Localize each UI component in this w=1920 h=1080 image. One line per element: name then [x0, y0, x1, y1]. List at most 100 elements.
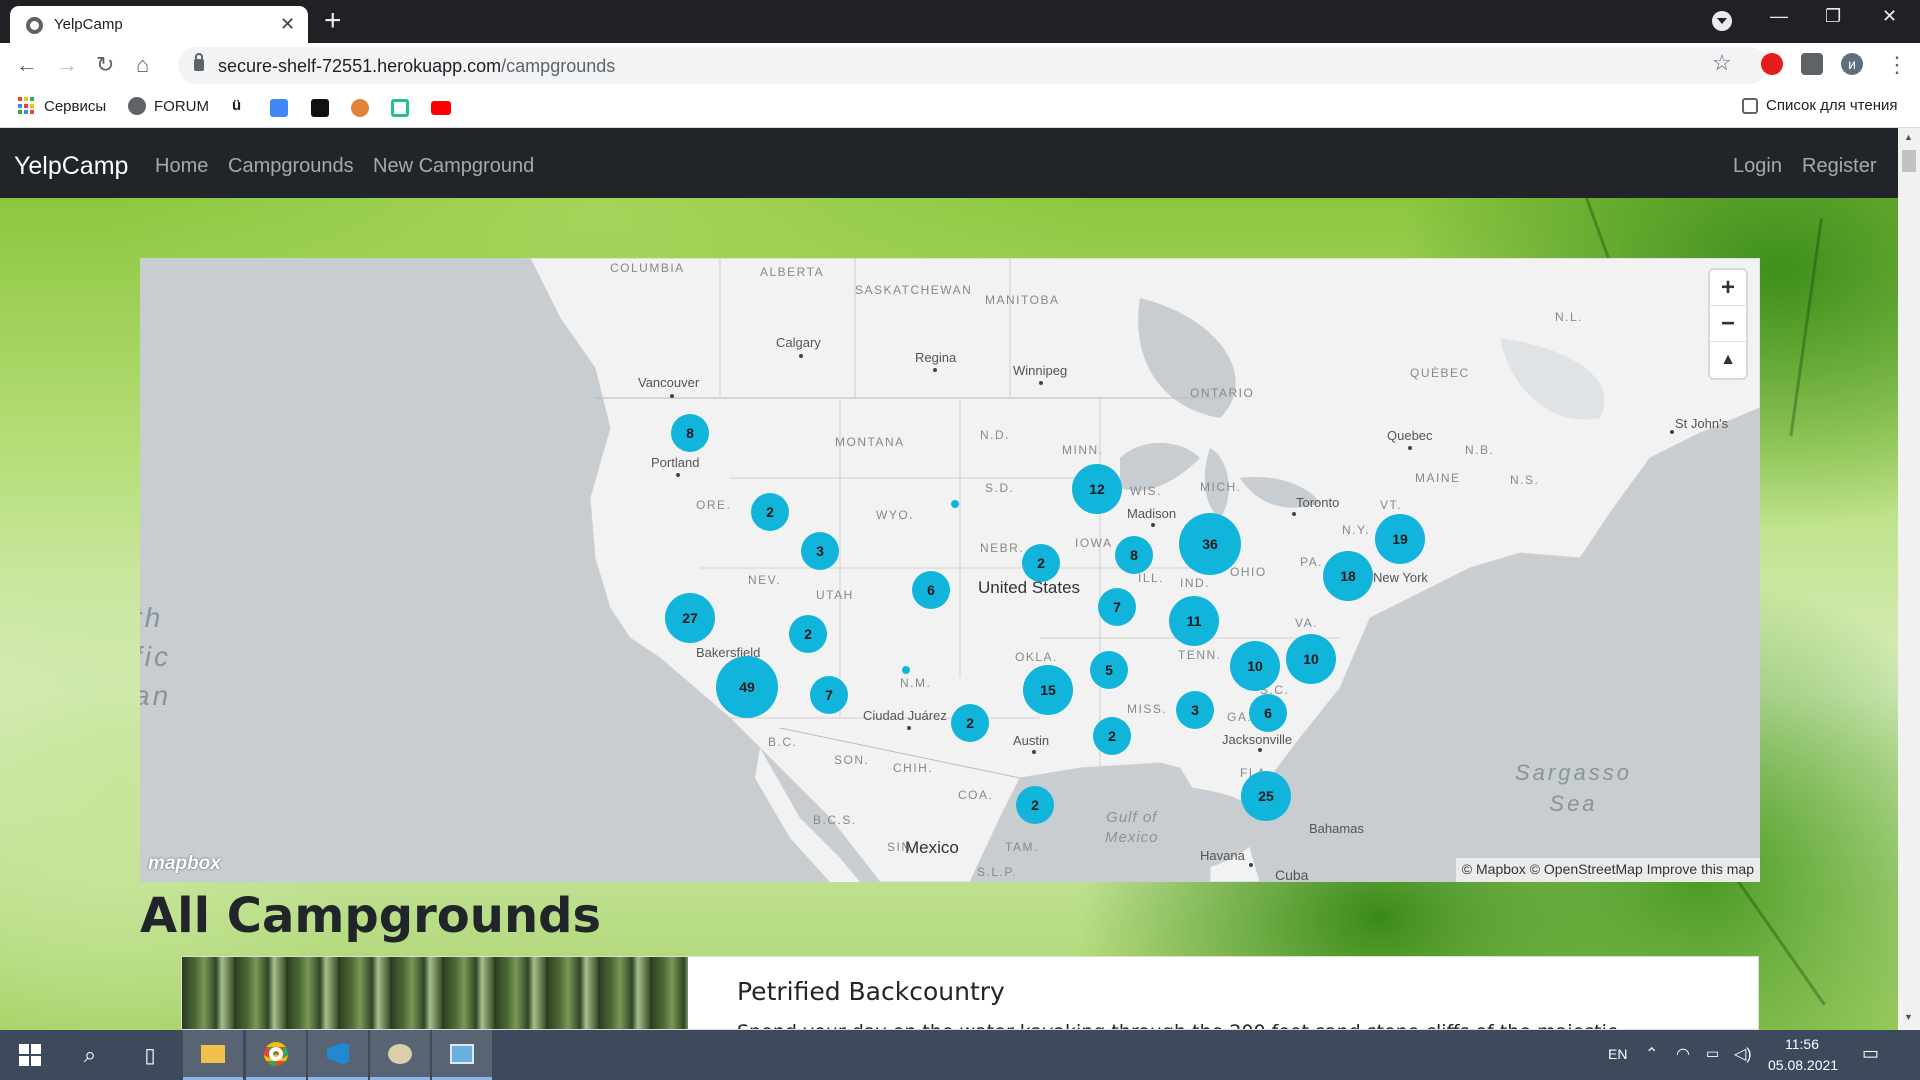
profile-avatar[interactable]: и — [1841, 53, 1863, 75]
home-icon[interactable]: ⌂ — [136, 52, 149, 78]
cluster-marker[interactable]: 8 — [1115, 536, 1153, 574]
bookmark-services[interactable]: Сервисы — [18, 97, 106, 115]
tray-chevron-icon[interactable]: ⌃ — [1645, 1044, 1658, 1064]
translate-icon[interactable] — [270, 99, 288, 117]
battery-icon[interactable]: ▭ — [1706, 1045, 1719, 1062]
opera-extension-icon[interactable] — [1761, 53, 1783, 75]
cluster-marker[interactable]: 7 — [810, 676, 848, 714]
cluster-marker[interactable]: 15 — [1023, 665, 1073, 715]
taskbar-vscode[interactable] — [308, 1030, 368, 1080]
cluster-marker[interactable]: 12 — [1072, 464, 1122, 514]
page-scrollbar[interactable]: ▲ ▼ — [1898, 128, 1920, 1030]
back-icon[interactable]: ← — [16, 52, 38, 78]
lock-icon[interactable] — [194, 53, 204, 71]
scroll-thumb[interactable] — [1902, 150, 1916, 172]
country-label: Mexico — [905, 838, 959, 857]
clock-date[interactable]: 05.08.2021 — [1768, 1057, 1838, 1073]
nav-register[interactable]: Register — [1802, 155, 1876, 178]
bookmark-forum[interactable]: FORUM — [128, 97, 209, 115]
bookmark-label: Сервисы — [44, 97, 107, 115]
address-bar[interactable]: secure-shelf-72551.herokuapp.com/campgro… — [178, 47, 1768, 84]
mapbox-logo[interactable]: mapbox — [148, 853, 221, 875]
reading-list[interactable]: Список для чтения — [1742, 97, 1898, 114]
cluster-marker[interactable]: 2 — [1022, 544, 1060, 582]
city-label: Jacksonville — [1222, 732, 1293, 747]
menu-icon[interactable]: ⋮ — [1886, 52, 1908, 78]
region-label: TAM. — [1005, 840, 1039, 854]
cluster-marker[interactable]: 10 — [1230, 641, 1280, 691]
region-label: MONTANA — [835, 435, 905, 449]
url-text: secure-shelf-72551.herokuapp.com/campgro… — [218, 56, 615, 77]
cluster-marker[interactable]: 19 — [1375, 514, 1425, 564]
bookmark-icon-1[interactable]: ü — [232, 97, 241, 114]
brand-link[interactable]: YelpCamp — [14, 152, 128, 181]
youtube-icon[interactable] — [431, 101, 451, 115]
region-label: N.D. — [980, 428, 1010, 442]
cluster-marker[interactable]: 3 — [801, 532, 839, 570]
scroll-up-icon[interactable]: ▲ — [1904, 132, 1913, 142]
bookmark-star-icon[interactable]: ☆ — [1712, 50, 1732, 76]
taskbar-paint[interactable] — [370, 1030, 430, 1080]
window-close-icon[interactable]: ✕ — [1882, 6, 1897, 27]
region-label: MISS. — [1127, 702, 1168, 716]
browser-tab[interactable]: YelpCamp ✕ — [10, 6, 308, 43]
region-label: NEV. — [748, 573, 781, 587]
wifi-icon[interactable]: ◠ — [1676, 1044, 1690, 1064]
bookmark-icon-5[interactable] — [391, 99, 409, 117]
nav-login[interactable]: Login — [1733, 155, 1782, 178]
cluster-marker[interactable]: 2 — [751, 493, 789, 531]
ocean-label: Gulf of Mexico — [1105, 809, 1159, 846]
campground-point[interactable] — [902, 666, 910, 674]
cluster-marker[interactable]: 2 — [1016, 786, 1054, 824]
compass-button[interactable]: ▲ — [1710, 342, 1746, 378]
new-tab-button[interactable]: + — [324, 4, 342, 38]
clock-time[interactable]: 11:56 — [1785, 1036, 1819, 1052]
cluster-marker[interactable]: 3 — [1176, 691, 1214, 729]
task-view-button[interactable]: ▯ — [120, 1030, 180, 1080]
start-button[interactable] — [0, 1030, 60, 1080]
region-label: OKLA. — [1015, 650, 1058, 664]
region-label: MICH. — [1200, 480, 1242, 494]
volume-icon[interactable]: ◁) — [1734, 1044, 1752, 1064]
zoom-in-button[interactable]: + — [1710, 270, 1746, 306]
cluster-marker[interactable]: 25 — [1241, 771, 1291, 821]
close-tab-icon[interactable]: ✕ — [280, 14, 295, 35]
taskbar-file-explorer[interactable] — [183, 1030, 243, 1080]
extensions-icon[interactable] — [1801, 53, 1823, 75]
city-marker — [676, 473, 680, 477]
input-language[interactable]: EN — [1608, 1046, 1627, 1062]
taskbar-app[interactable] — [432, 1030, 492, 1080]
cluster-marker[interactable]: 36 — [1179, 513, 1241, 575]
cluster-marker[interactable]: 18 — [1323, 551, 1373, 601]
search-button[interactable]: ⌕ — [60, 1030, 120, 1080]
forward-icon[interactable]: → — [56, 52, 78, 78]
cluster-marker[interactable]: 8 — [671, 414, 709, 452]
notifications-icon[interactable]: ▭ — [1862, 1043, 1879, 1064]
cluster-marker[interactable]: 6 — [1249, 694, 1287, 732]
bookmark-icon-4[interactable] — [351, 99, 369, 117]
cluster-marker[interactable]: 10 — [1286, 634, 1336, 684]
bookmark-icon-3[interactable] — [311, 99, 329, 117]
cluster-marker[interactable]: 7 — [1098, 588, 1136, 626]
map-attribution[interactable]: © Mapbox © OpenStreetMap Improve this ma… — [1455, 858, 1760, 882]
scroll-down-icon[interactable]: ▼ — [1904, 1012, 1913, 1022]
nav-campgrounds[interactable]: Campgrounds — [228, 155, 354, 178]
tab-search-icon[interactable] — [1712, 11, 1732, 31]
cluster-marker[interactable]: 5 — [1090, 651, 1128, 689]
cluster-marker[interactable]: 2 — [789, 615, 827, 653]
nav-new-campground[interactable]: New Campground — [373, 155, 534, 178]
cluster-map[interactable]: COLUMBIA ALBERTA SASKATCHEWAN MANITOBA O… — [140, 258, 1760, 882]
reload-icon[interactable]: ↻ — [96, 52, 114, 78]
taskbar-chrome[interactable] — [246, 1030, 306, 1080]
cluster-marker[interactable]: 2 — [951, 704, 989, 742]
nav-home[interactable]: Home — [155, 155, 208, 178]
cluster-marker[interactable]: 49 — [716, 656, 778, 718]
campground-point[interactable] — [951, 500, 959, 508]
cluster-marker[interactable]: 11 — [1169, 596, 1219, 646]
minimize-icon[interactable]: — — [1770, 6, 1788, 27]
restore-icon[interactable]: ❐ — [1825, 6, 1841, 27]
cluster-marker[interactable]: 27 — [665, 593, 715, 643]
cluster-marker[interactable]: 2 — [1093, 717, 1131, 755]
zoom-out-button[interactable]: − — [1710, 306, 1746, 342]
cluster-marker[interactable]: 6 — [912, 571, 950, 609]
